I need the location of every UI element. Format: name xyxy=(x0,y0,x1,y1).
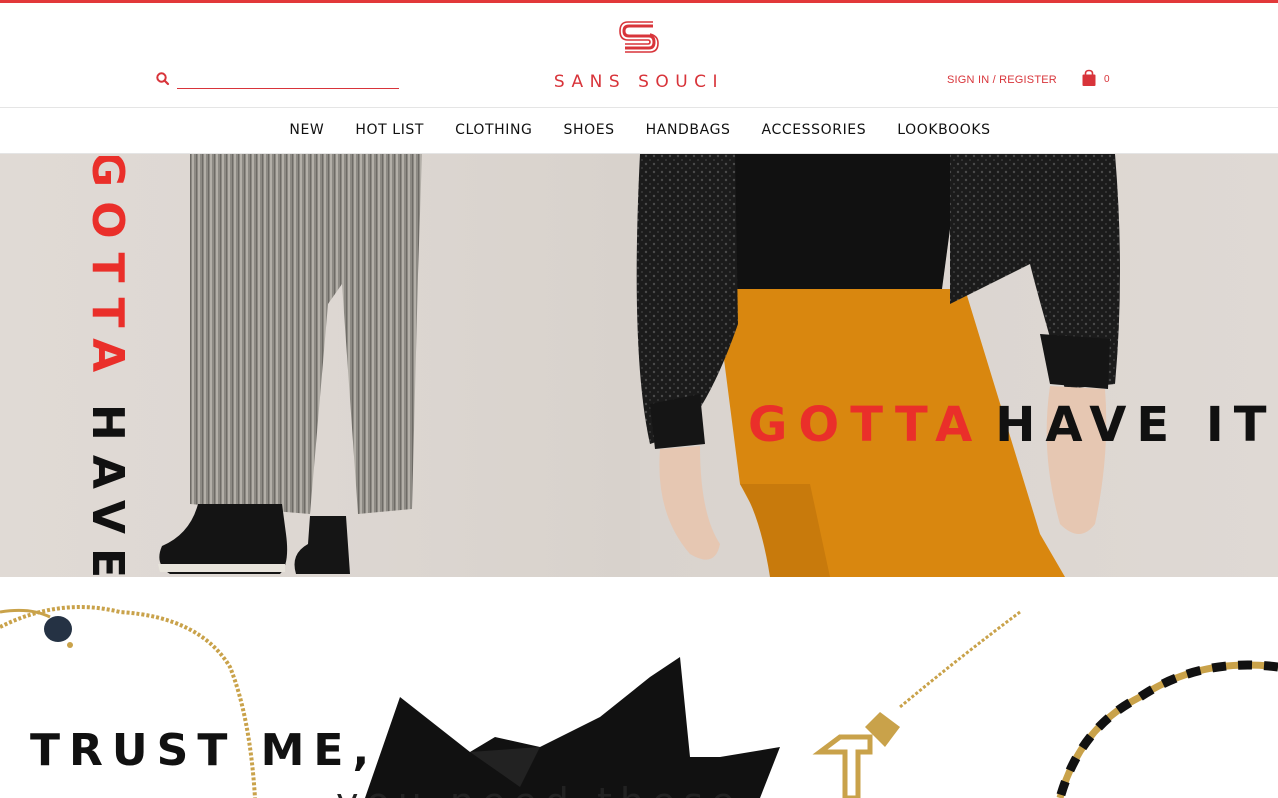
logo-wordmark: SANS SOUCI xyxy=(553,72,725,92)
search-bar xyxy=(155,69,400,91)
site-header: SANS SOUCI SIGN IN / REGISTER 0 xyxy=(0,3,1278,107)
vertical-text-red: GOTTA xyxy=(82,156,133,387)
promo-headline: TRUST ME, xyxy=(30,725,379,776)
nav-item-handbags[interactable]: HANDBAGS xyxy=(646,122,731,138)
accessories-promo[interactable]: TRUST ME, you need these xyxy=(0,577,1278,798)
site-logo[interactable]: SANS SOUCI xyxy=(529,20,749,98)
cart-button[interactable]: 0 xyxy=(1080,69,1120,89)
main-navigation: NEW HOT LIST CLOTHING SHOES HANDBAGS ACC… xyxy=(0,107,1278,154)
nav-item-accessories[interactable]: ACCESSORIES xyxy=(762,122,867,138)
hero-headline-red: GOTTA xyxy=(748,397,984,453)
vertical-hero-text: GOTTA HAVE IT xyxy=(60,156,140,577)
cart-count: 0 xyxy=(1104,74,1110,85)
hero-headline: GOTTA HAVE IT xyxy=(748,397,1277,453)
nav-item-lookbooks[interactable]: LOOKBOOKS xyxy=(897,122,990,138)
nav-item-new[interactable]: NEW xyxy=(289,122,324,138)
model-left-illustration xyxy=(158,154,422,574)
nav-item-hot-list[interactable]: HOT LIST xyxy=(355,122,424,138)
logo-mark-icon xyxy=(619,21,659,53)
model-right-illustration xyxy=(636,154,1120,577)
sign-in-register-link[interactable]: SIGN IN / REGISTER xyxy=(947,74,1057,86)
vertical-text-black: HAVE IT xyxy=(82,404,133,577)
shopping-bag-icon xyxy=(1082,69,1096,86)
nav-item-shoes[interactable]: SHOES xyxy=(564,122,615,138)
nav-item-clothing[interactable]: CLOTHING xyxy=(455,122,532,138)
hero-headline-black: HAVE IT xyxy=(995,397,1277,453)
promo-subline: you need these xyxy=(336,780,742,798)
search-input[interactable] xyxy=(177,69,399,89)
hero-banner[interactable]: GOTTAHAVE IT GOTTA HAVE IT xyxy=(0,154,1278,577)
search-icon[interactable] xyxy=(155,71,171,87)
